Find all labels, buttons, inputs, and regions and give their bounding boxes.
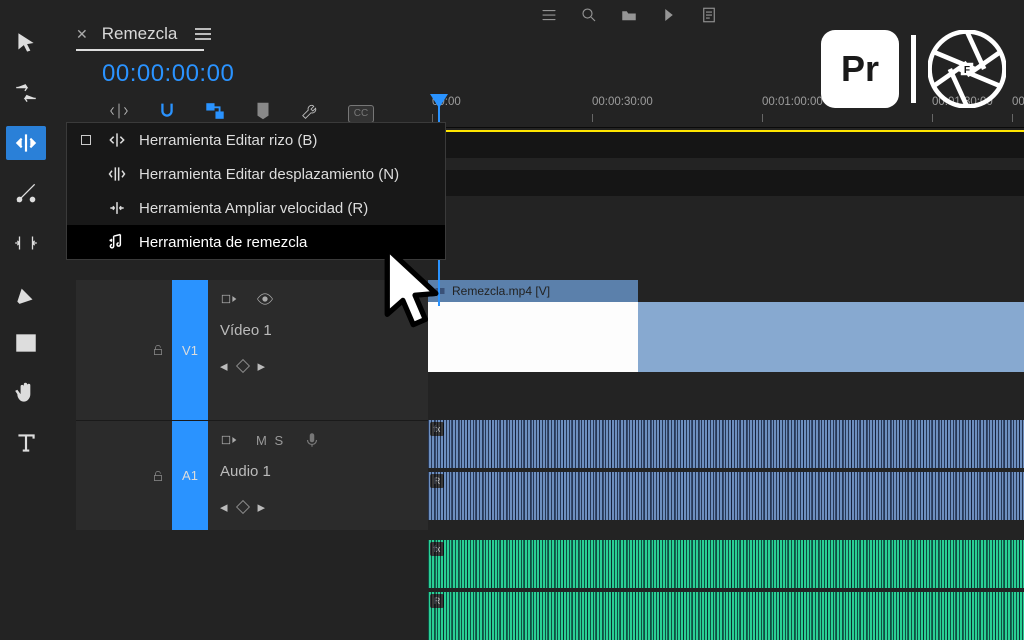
folder-icon[interactable]: [620, 6, 638, 24]
panel-tab-underline: [76, 49, 204, 51]
eye-icon[interactable]: [256, 290, 274, 308]
watermark-logos: Pr F: [821, 30, 1006, 108]
lock-icon[interactable]: [144, 280, 172, 420]
track-gap: [428, 132, 1024, 158]
svg-text:F: F: [964, 65, 970, 76]
keyframe-row[interactable]: ◂▸: [220, 498, 416, 516]
ruler-tick: 00:02:00:00: [1012, 96, 1024, 108]
cc-button[interactable]: CC: [348, 105, 374, 123]
mouse-cursor: [380, 245, 450, 340]
r-badge[interactable]: R: [430, 474, 444, 488]
sliders-icon[interactable]: [540, 6, 558, 24]
keyframe-row[interactable]: ◂▸: [220, 357, 416, 375]
audio-waveform[interactable]: fx: [428, 540, 1024, 588]
slip-tool[interactable]: [6, 226, 46, 260]
mute-solo[interactable]: M S: [256, 433, 285, 448]
premiere-logo: Pr: [821, 30, 899, 108]
track-header-a1[interactable]: A1 M S Audio 1 ◂▸: [76, 420, 428, 530]
razor-tool[interactable]: [6, 176, 46, 210]
flyout-ripple-edit[interactable]: Herramienta Editar rizo (B): [67, 123, 445, 157]
track-gap: [428, 170, 1024, 196]
track-select-tool[interactable]: [6, 76, 46, 110]
fx-badge[interactable]: fx: [430, 422, 444, 436]
playhead[interactable]: [430, 94, 448, 108]
clip-label[interactable]: Remezcla.mp4 [V]: [428, 280, 638, 302]
track-headers: V1 Vídeo 1 ◂▸ A1 M S Audio 1 ◂▸: [76, 280, 428, 530]
mic-icon[interactable]: [303, 431, 321, 449]
pen-tool[interactable]: [6, 276, 46, 310]
hand-tool[interactable]: [6, 376, 46, 410]
document-icon[interactable]: [700, 6, 718, 24]
flyout-rolling-edit[interactable]: Herramienta Editar desplazamiento (N): [67, 157, 445, 191]
search-icon[interactable]: [580, 6, 598, 24]
close-icon[interactable]: ✕: [76, 26, 88, 43]
fx-badge[interactable]: fx: [430, 542, 444, 556]
panel-tab[interactable]: ✕ Remezcla: [76, 24, 211, 44]
clip-thumbnail[interactable]: [428, 302, 638, 372]
audio-waveform[interactable]: R: [428, 472, 1024, 520]
flyout-rate-stretch[interactable]: Herramienta Ampliar velocidad (R): [67, 191, 445, 225]
track-tag-a1[interactable]: A1: [172, 421, 208, 530]
chevron-right-icon[interactable]: [660, 6, 678, 24]
lock-icon[interactable]: [144, 421, 172, 530]
track-header-v1[interactable]: V1 Vídeo 1 ◂▸: [76, 280, 428, 420]
top-utility-row: [540, 0, 718, 30]
tool-palette: [0, 20, 52, 460]
timecode-display[interactable]: 00:00:00:00: [102, 60, 234, 88]
aperture-logo: F: [928, 30, 1006, 108]
audio-waveform[interactable]: R: [428, 592, 1024, 640]
toggle-output-icon[interactable]: [220, 290, 238, 308]
track-tag-v1[interactable]: V1: [172, 280, 208, 420]
audio-waveform[interactable]: fx: [428, 420, 1024, 468]
ruler-tick: 00:00:30:00: [592, 96, 653, 108]
clip-body[interactable]: [638, 302, 1024, 372]
panel-title: Remezcla: [102, 24, 178, 44]
ripple-edit-tool[interactable]: [6, 126, 46, 160]
tool-flyout-menu: Herramienta Editar rizo (B) Herramienta …: [66, 122, 446, 260]
toggle-output-icon[interactable]: [220, 431, 238, 449]
ruler-tick: 00:01:00:00: [762, 96, 823, 108]
selection-tool[interactable]: [6, 26, 46, 60]
type-tool[interactable]: [6, 426, 46, 460]
r-badge[interactable]: R: [430, 594, 444, 608]
panel-menu-icon[interactable]: [195, 28, 211, 40]
logo-divider: [911, 35, 916, 103]
rectangle-tool[interactable]: [6, 326, 46, 360]
track-name: Audio 1: [220, 463, 416, 480]
